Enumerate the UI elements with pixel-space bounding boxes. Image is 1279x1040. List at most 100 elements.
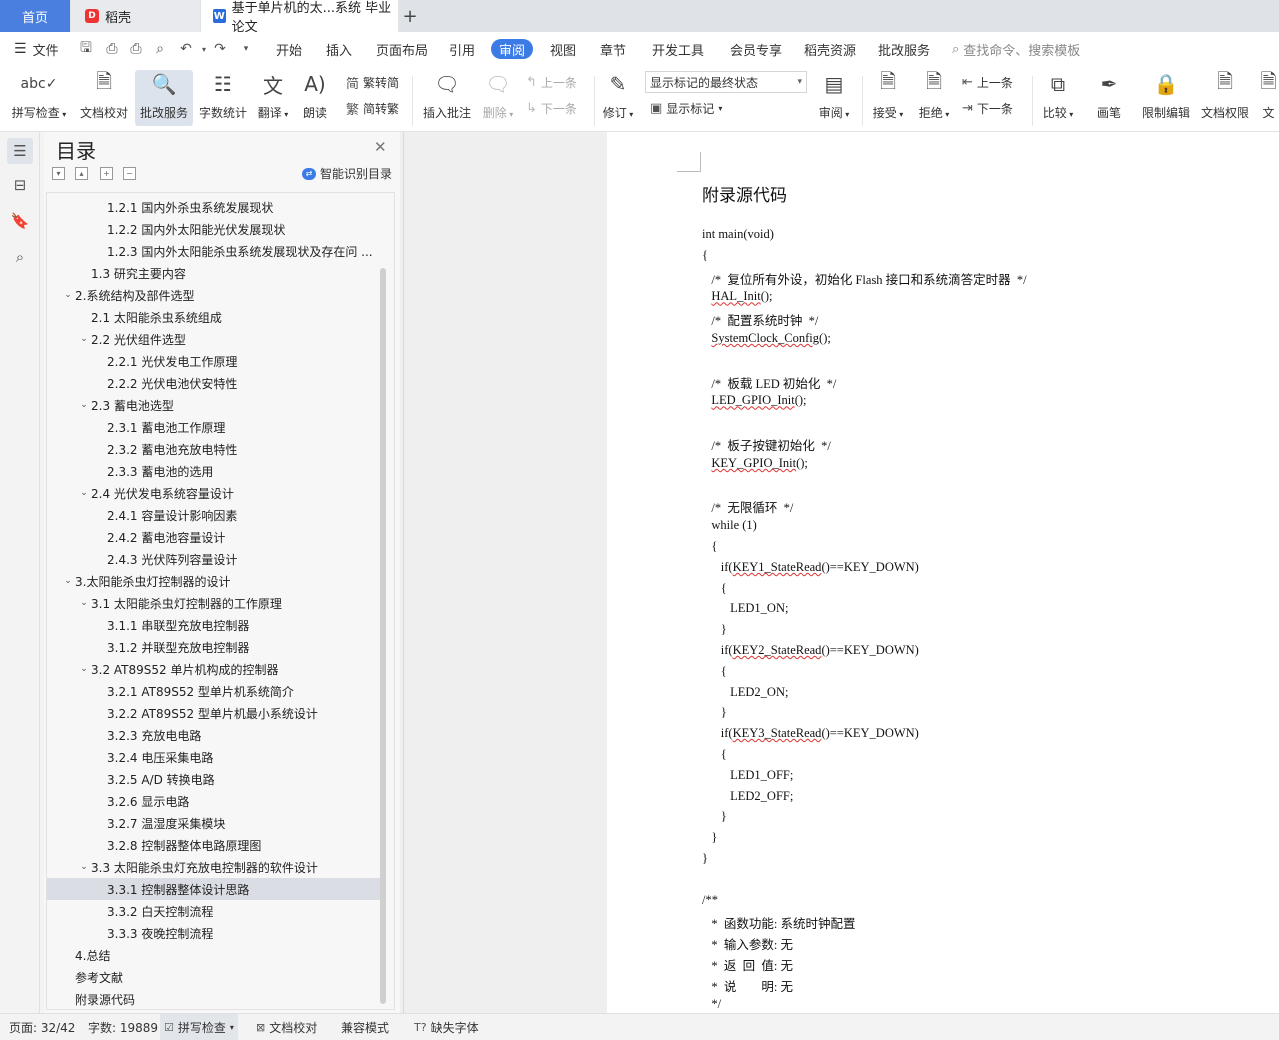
doc-proof-button[interactable]: 🗎 文档校对 xyxy=(76,69,132,126)
insert-comment-button[interactable]: 🗨 插入批注 xyxy=(420,70,474,126)
toc-item[interactable]: ⌄ 2.2 光伏组件选型 xyxy=(47,328,380,350)
add-heading-icon[interactable]: + xyxy=(100,167,113,180)
pen-button[interactable]: ✒ 画笔 xyxy=(1090,70,1128,126)
toc-panel-icon[interactable]: ☰ xyxy=(7,138,33,164)
bookmark-icon[interactable]: 🔖 xyxy=(7,208,33,234)
toc-item[interactable]: 2.4.1 容量设计影响因素 xyxy=(47,504,380,526)
page-indicator[interactable]: 页面: 32/42 xyxy=(9,1014,75,1040)
export-pdf-icon[interactable]: ⎙ xyxy=(104,41,120,57)
menu-review-service[interactable]: 批改服务 xyxy=(878,32,930,66)
panel-divider[interactable] xyxy=(403,132,404,1013)
simp-to-trad-button[interactable]: 繁 简转繁 xyxy=(346,98,399,118)
chevron-down-icon[interactable]: ⌄ xyxy=(61,290,75,300)
spelling-error-mark[interactable]: KEY3_StateRead xyxy=(733,726,822,740)
toc-item[interactable]: 2.2.1 光伏发电工作原理 xyxy=(47,350,380,372)
restrict-edit-button[interactable]: 🔒 限制编辑 xyxy=(1138,70,1194,126)
menu-chapter[interactable]: 章节 xyxy=(600,32,626,66)
tab-daoke[interactable]: D 稻壳 xyxy=(71,0,200,32)
toc-item[interactable]: 3.1.1 串联型充放电控制器 xyxy=(47,614,380,636)
more-ribbon-button[interactable]: 🗎 文 xyxy=(1258,70,1279,126)
toc-item[interactable]: 3.3.3 夜晚控制流程 xyxy=(47,922,380,944)
undo-icon[interactable]: ↶ xyxy=(178,41,194,57)
search-icon[interactable]: ⌕ xyxy=(7,244,33,270)
menu-review[interactable]: 审阅 xyxy=(491,39,534,59)
spelling-error-mark[interactable]: KEY_GPIO_Init xyxy=(711,456,796,470)
toc-item[interactable]: 3.2.4 电压采集电路 xyxy=(47,746,380,768)
word-count-status[interactable]: 字数: 19889 xyxy=(88,1014,158,1040)
toc-item[interactable]: 3.2.3 充放电电路 xyxy=(47,724,380,746)
collapse-all-icon[interactable]: ▾ xyxy=(52,167,65,180)
file-menu[interactable]: ☰ 文件 xyxy=(14,32,59,66)
review-pane-button[interactable]: ▤ 审阅 ▾ xyxy=(814,70,854,126)
chevron-down-icon[interactable]: ⌄ xyxy=(77,862,91,872)
remove-heading-icon[interactable]: − xyxy=(123,167,136,180)
toc-item[interactable]: 2.3.3 蓄电池的选用 xyxy=(47,460,380,482)
delete-comment-button[interactable]: 🗨 删除 ▾ xyxy=(480,70,516,126)
toc-item[interactable]: 3.2.8 控制器整体电路原理图 xyxy=(47,834,380,856)
toc-item[interactable]: 4.总结 xyxy=(47,944,380,966)
toc-item[interactable]: 3.2.7 温湿度采集模块 xyxy=(47,812,380,834)
menu-dev-tools[interactable]: 开发工具 xyxy=(652,32,704,66)
command-search[interactable]: ⌕ 查找命令、搜索模板 xyxy=(952,32,1080,66)
chevron-down-icon[interactable]: ⌄ xyxy=(77,400,91,410)
tab-home[interactable]: 首页 xyxy=(0,0,70,32)
toc-item[interactable]: ⌄ 2.系统结构及部件选型 xyxy=(47,284,380,306)
trad-to-simp-button[interactable]: 简 繁转简 xyxy=(346,72,399,92)
document-page[interactable]: 附录源代码 int main(void) { /* 复位所有外设，初始化 Flas… xyxy=(607,132,1279,1013)
compat-mode-status[interactable]: 兼容模式 xyxy=(341,1014,389,1040)
next-change-button[interactable]: ⇥ 下一条 xyxy=(962,98,1013,118)
spell-check-button[interactable]: abc✓ 拼写检查 ▾ xyxy=(8,70,70,126)
toc-item[interactable]: 3.2.1 AT89S52 型单片机系统简介 xyxy=(47,680,380,702)
toc-item[interactable]: 2.1 太阳能杀虫系统组成 xyxy=(47,306,380,328)
compare-button[interactable]: ⧉ 比较 ▾ xyxy=(1038,70,1078,126)
toc-item[interactable]: 2.4.3 光伏阵列容量设计 xyxy=(47,548,380,570)
toc-item[interactable]: ⌄ 3.2 AT89S52 单片机构成的控制器 xyxy=(47,658,380,680)
tab-document[interactable]: W 基于单片机的太...系统 毕业论文 xyxy=(201,0,398,35)
navigation-panel-icon[interactable]: ⊟ xyxy=(7,172,33,198)
smart-toc-button[interactable]: ⇄ 智能识别目录 xyxy=(302,165,392,182)
chevron-down-icon[interactable]: ⌄ xyxy=(77,334,91,344)
chevron-down-icon[interactable]: ⌄ xyxy=(61,576,75,586)
new-tab-icon[interactable]: + xyxy=(400,0,420,32)
quick-access-more-icon[interactable]: ▾ xyxy=(238,41,254,57)
toc-item[interactable]: 3.3.1 控制器整体设计思路 xyxy=(47,878,380,900)
toc-item[interactable]: 3.3.2 白天控制流程 xyxy=(47,900,380,922)
toc-item[interactable]: 1.2.1 国内外杀虫系统发展现状 xyxy=(47,196,380,218)
toc-item[interactable]: ⌄ 2.4 光伏发电系统容量设计 xyxy=(47,482,380,504)
spelling-error-mark[interactable]: HAL_Init xyxy=(711,289,760,303)
toc-item[interactable]: 1.2.2 国内外太阳能光伏发展现状 xyxy=(47,218,380,240)
show-markup-button[interactable]: ▣ 显示标记 ▾ xyxy=(650,98,722,118)
expand-icon[interactable]: ▴ xyxy=(75,167,88,180)
menu-insert[interactable]: 插入 xyxy=(326,32,352,66)
toc-item[interactable]: ⌄ 3.3 太阳能杀虫灯充放电控制器的软件设计 xyxy=(47,856,380,878)
toc-item[interactable]: ⌄ 3.1 太阳能杀虫灯控制器的工作原理 xyxy=(47,592,380,614)
translate-button[interactable]: 文 翻译 ▾ xyxy=(254,70,292,126)
prev-change-button[interactable]: ⇤ 上一条 xyxy=(962,72,1013,92)
menu-member[interactable]: 会员专享 xyxy=(730,32,782,66)
close-icon[interactable]: ✕ xyxy=(374,138,387,156)
toc-item[interactable]: 附录源代码 xyxy=(47,988,380,1009)
chevron-down-icon[interactable]: ⌄ xyxy=(77,598,91,608)
toc-item[interactable]: ⌄ 3.太阳能杀虫灯控制器的设计 xyxy=(47,570,380,592)
menu-view[interactable]: 视图 xyxy=(550,32,576,66)
undo-dropdown-icon[interactable]: ▾ xyxy=(196,41,212,57)
toc-item[interactable]: 3.2.5 A/D 转换电路 xyxy=(47,768,380,790)
chevron-down-icon[interactable]: ⌄ xyxy=(77,664,91,674)
spelling-error-mark[interactable]: KEY1_StateRead xyxy=(733,560,822,574)
markup-state-select[interactable]: 显示标记的最终状态 ▾ xyxy=(645,71,807,93)
menu-page-layout[interactable]: 页面布局 xyxy=(376,32,428,66)
menu-start[interactable]: 开始 xyxy=(276,32,302,66)
word-count-button[interactable]: ☷ 字数统计 xyxy=(196,70,250,126)
menu-reference[interactable]: 引用 xyxy=(449,32,475,66)
missing-font-status[interactable]: T? 缺失字体 xyxy=(414,1014,479,1040)
doc-permission-button[interactable]: 🗎 文档权限 xyxy=(1198,69,1252,126)
spell-check-status[interactable]: ☑ 拼写检查 ▾ xyxy=(160,1014,238,1040)
print-preview-icon[interactable]: ⌕ xyxy=(152,41,168,57)
next-comment-button[interactable]: ↳ 下一条 xyxy=(526,98,577,118)
spelling-error-mark[interactable]: SystemClock_Config xyxy=(711,331,819,345)
print-icon[interactable]: ⎙ xyxy=(128,41,144,57)
track-changes-button[interactable]: ✎ 修订 ▾ xyxy=(599,70,637,126)
doc-proof-status[interactable]: ⊠ 文档校对 xyxy=(256,1014,317,1040)
read-aloud-button[interactable]: A) 朗读 xyxy=(298,70,332,126)
chevron-down-icon[interactable]: ⌄ xyxy=(77,488,91,498)
